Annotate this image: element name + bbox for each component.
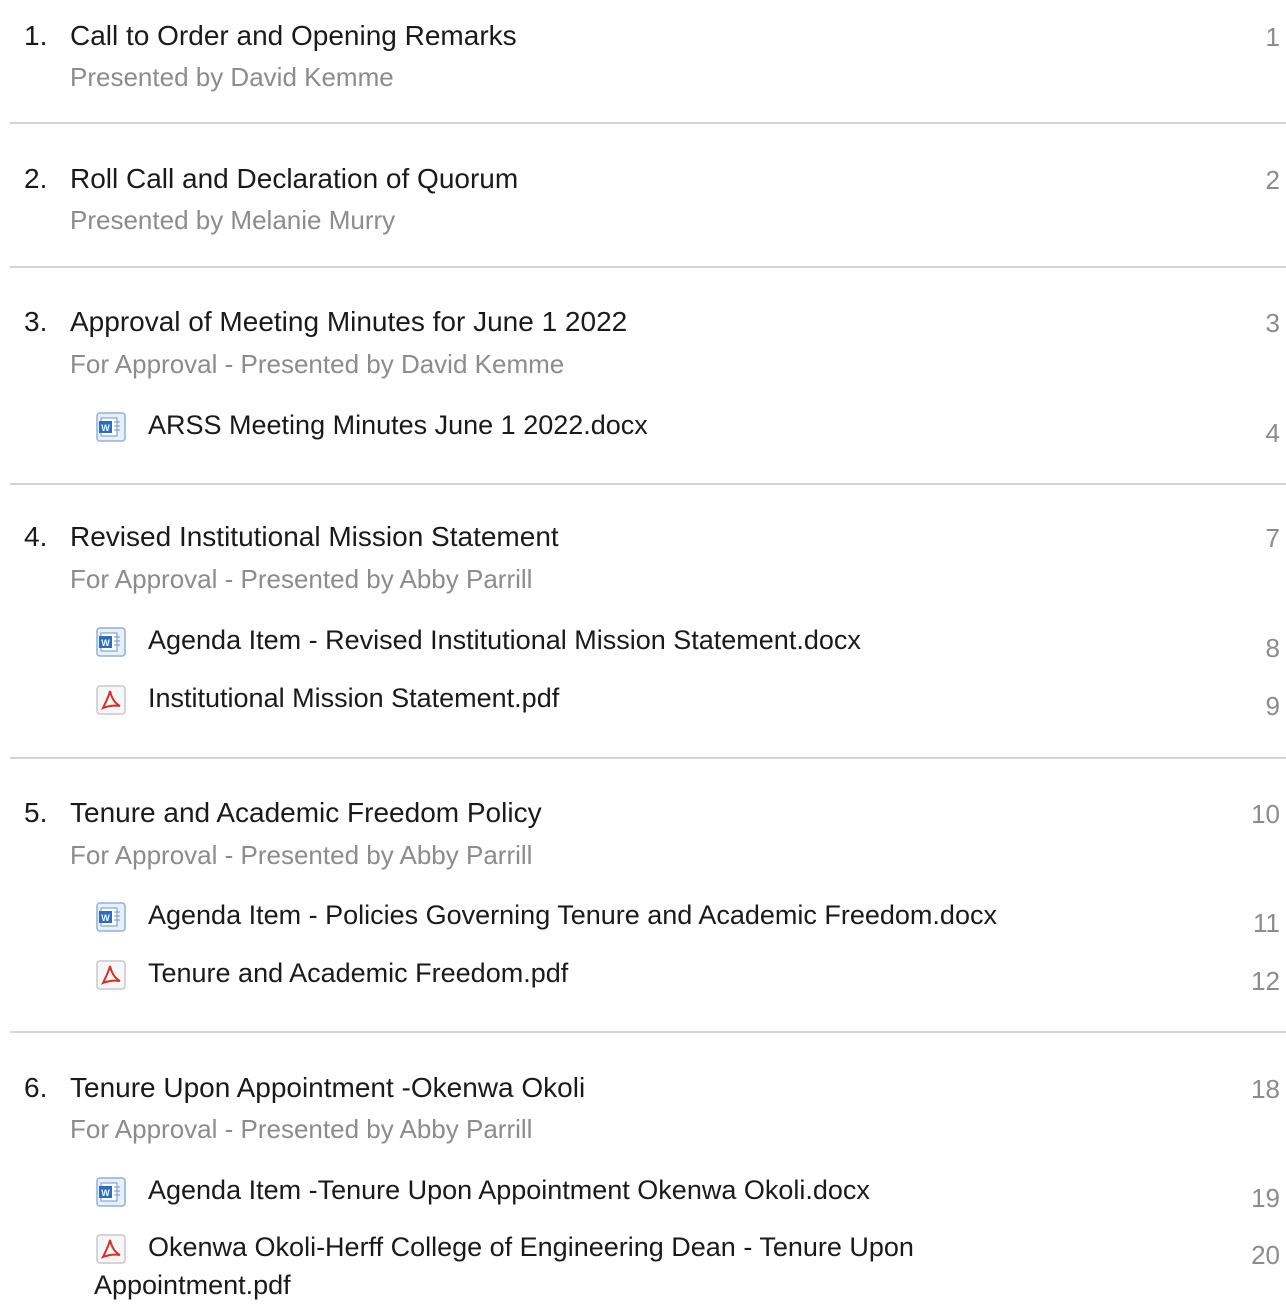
- attachment-page-number: 9: [1265, 691, 1280, 721]
- divider: [10, 757, 1286, 759]
- item-page-number: 10: [1251, 799, 1280, 829]
- attachment-name[interactable]: Tenure and Academic Freedom.pdf: [148, 958, 568, 989]
- item-title[interactable]: Approval of Meeting Minutes for June 1 2…: [70, 306, 627, 338]
- attachment-name[interactable]: Institutional Mission Statement.pdf: [148, 683, 559, 714]
- attachment-name[interactable]: Agenda Item - Revised Institutional Miss…: [148, 625, 861, 656]
- attachment-name[interactable]: Agenda Item -Tenure Upon Appointment Oke…: [148, 1175, 870, 1206]
- attachment-link[interactable]: Agenda Item -Tenure Upon Appointment Oke…: [94, 1175, 1286, 1215]
- item-presenter: For Approval - Presented by David Kemme: [70, 349, 565, 379]
- item-number: 4.: [24, 521, 48, 552]
- attachment-page-number: 20: [1251, 1240, 1280, 1270]
- word-document-icon: [96, 1177, 126, 1207]
- item-page-number: 18: [1251, 1074, 1280, 1104]
- word-document-icon: [96, 412, 126, 442]
- divider: [10, 483, 1286, 485]
- divider: [10, 1031, 1286, 1033]
- word-document-icon: [96, 627, 126, 657]
- attachment-name[interactable]: Okenwa Okoli-Herff College of Engineerin…: [148, 1232, 914, 1263]
- attachment-link[interactable]: Tenure and Academic Freedom.pdf 12: [94, 958, 1286, 998]
- item-page-number: 2: [1265, 165, 1280, 195]
- item-title[interactable]: Tenure Upon Appointment -Okenwa Okoli: [70, 1072, 585, 1104]
- item-presenter: For Approval - Presented by Abby Parrill: [70, 1114, 533, 1144]
- item-title[interactable]: Call to Order and Opening Remarks: [70, 20, 517, 52]
- item-number: 5.: [24, 797, 48, 828]
- item-page-number: 7: [1265, 523, 1280, 553]
- divider: [10, 122, 1286, 124]
- attachment-name[interactable]: ARSS Meeting Minutes June 1 2022.docx: [148, 410, 648, 441]
- item-title[interactable]: Roll Call and Declaration of Quorum: [70, 163, 518, 195]
- attachment-name[interactable]: Agenda Item - Policies Governing Tenure …: [148, 900, 997, 931]
- pdf-document-icon: [96, 1234, 126, 1264]
- item-title[interactable]: Tenure and Academic Freedom Policy: [70, 797, 542, 829]
- attachment-link[interactable]: Agenda Item - Revised Institutional Miss…: [94, 625, 1286, 665]
- attachment-link[interactable]: Okenwa Okoli-Herff College of Engineerin…: [94, 1232, 1286, 1272]
- word-document-icon: [96, 902, 126, 932]
- attachment-page-number: 4: [1265, 418, 1280, 448]
- item-number: 3.: [24, 306, 48, 337]
- item-number: 6.: [24, 1072, 48, 1103]
- item-presenter: For Approval - Presented by Abby Parrill: [70, 840, 533, 870]
- item-presenter: Presented by David Kemme: [70, 62, 394, 92]
- item-number: 2.: [24, 163, 48, 194]
- attachment-page-number: 11: [1253, 908, 1280, 938]
- item-presenter: For Approval - Presented by Abby Parrill: [70, 564, 533, 594]
- pdf-document-icon: [96, 960, 126, 990]
- attachment-page-number: 8: [1265, 633, 1280, 663]
- attachment-link[interactable]: Agenda Item - Policies Governing Tenure …: [94, 900, 1286, 940]
- attachment-link[interactable]: ARSS Meeting Minutes June 1 2022.docx 4: [94, 410, 1286, 450]
- item-title[interactable]: Revised Institutional Mission Statement: [70, 521, 559, 553]
- item-number: 1.: [24, 20, 48, 51]
- item-page-number: 3: [1265, 308, 1280, 338]
- attachment-link[interactable]: Institutional Mission Statement.pdf 9: [94, 683, 1286, 723]
- attachment-name-continuation[interactable]: Appointment.pdf: [94, 1270, 291, 1301]
- item-presenter: Presented by Melanie Murry: [70, 205, 396, 235]
- attachment-page-number: 19: [1251, 1183, 1280, 1213]
- pdf-document-icon: [96, 685, 126, 715]
- attachment-page-number: 12: [1251, 966, 1280, 996]
- item-page-number: 1: [1265, 22, 1280, 52]
- divider: [10, 266, 1286, 268]
